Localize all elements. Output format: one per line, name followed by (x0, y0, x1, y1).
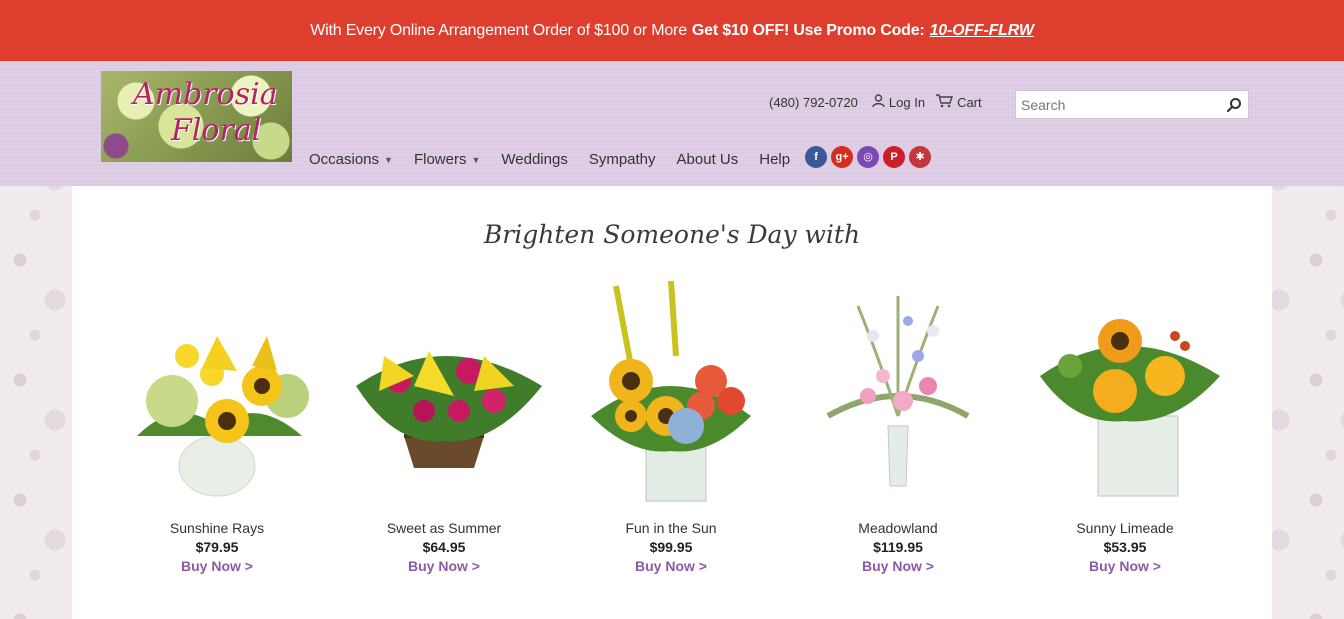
promo-banner: With Every Online Arrangement Order of $… (0, 0, 1344, 61)
cart-label: Cart (957, 95, 982, 110)
product-price: $119.95 (873, 539, 923, 555)
buy-now-link[interactable]: Buy Now > (561, 558, 781, 574)
product-name[interactable]: Fun in the Sun (561, 520, 781, 536)
facebook-icon[interactable]: f (805, 145, 828, 168)
product-name[interactable]: Sunshine Rays (107, 520, 327, 536)
product-grid: Sunshine Rays $79.95 Buy Now > Sweet as … (72, 276, 1272, 596)
product-image-sunshine-rays[interactable] (117, 276, 317, 506)
site-logo[interactable]: Ambrosia Floral (101, 71, 292, 162)
product-price: $79.95 (195, 539, 239, 555)
search-input[interactable] (1016, 91, 1220, 118)
buy-now-link[interactable]: Buy Now > (107, 558, 327, 574)
promo-offer-text: Get $10 OFF! Use Promo Code: (691, 21, 925, 39)
nav-occasions[interactable]: Occasions ▼ (309, 151, 393, 168)
product-name[interactable]: Sunny Limeade (1015, 520, 1235, 536)
product-price: $64.95 (422, 539, 466, 555)
product-image-sweet-as-summer[interactable] (344, 276, 544, 506)
site-header: Ambrosia Floral (480) 792-0720 Log In Ca… (0, 61, 1344, 186)
buy-now-link[interactable]: Buy Now > (334, 558, 554, 574)
chevron-down-icon: ▼ (471, 154, 481, 165)
product-card[interactable]: Fun in the Sun $99.95 Buy Now > (561, 276, 781, 574)
page-headline: Brighten Someone's Day with (483, 220, 861, 249)
chevron-down-icon: ▼ (384, 154, 393, 165)
logo-text-ambrosia: Ambrosia (133, 77, 278, 112)
logo-text-floral: Floral (171, 113, 262, 148)
product-image-fun-in-the-sun[interactable] (571, 276, 771, 506)
search-box (1015, 90, 1249, 119)
nav-sympathy[interactable]: Sympathy (589, 151, 656, 168)
yelp-icon[interactable]: ✱ (909, 145, 932, 168)
promo-lead-text: With Every Online Arrangement Order of $… (310, 21, 687, 39)
product-price: $53.95 (1103, 539, 1147, 555)
main-content: Brighten Someone's Day with Sunshine Ray… (72, 186, 1272, 619)
product-image-meadowland[interactable] (798, 276, 998, 506)
nav-flowers-label: Flowers (413, 151, 467, 168)
cart-icon (935, 94, 954, 111)
product-card[interactable]: Meadowland $119.95 Buy Now > (788, 276, 1008, 574)
product-price: $99.95 (649, 539, 693, 555)
pinterest-icon[interactable]: P (883, 145, 906, 168)
nav-about-us[interactable]: About Us (677, 151, 739, 168)
product-name[interactable]: Sweet as Summer (334, 520, 554, 536)
promo-code-link[interactable]: 10-OFF-FLRW (930, 22, 1034, 40)
instagram-icon[interactable]: ◎ (857, 145, 880, 168)
product-card[interactable]: Sweet as Summer $64.95 Buy Now > (334, 276, 554, 574)
nav-flowers[interactable]: Flowers ▼ (414, 151, 480, 168)
login-label: Log In (888, 95, 926, 110)
buy-now-link[interactable]: Buy Now > (788, 558, 1008, 574)
product-image-sunny-limeade[interactable] (1025, 276, 1225, 506)
nav-help[interactable]: Help (759, 151, 790, 168)
product-name[interactable]: Meadowland (788, 520, 1008, 536)
google-plus-icon[interactable]: g+ (831, 145, 854, 168)
buy-now-link[interactable]: Buy Now > (1015, 558, 1235, 574)
user-icon (872, 94, 885, 111)
utility-bar: (480) 792-0720 Log In Cart (769, 94, 992, 111)
nav-occasions-label: Occasions (309, 151, 380, 168)
phone-number[interactable]: (480) 792-0720 (769, 95, 858, 110)
product-card[interactable]: Sunny Limeade $53.95 Buy Now > (1015, 276, 1235, 574)
main-nav: Occasions ▼ Flowers ▼ Weddings Sympathy … (309, 145, 935, 168)
social-links: f g+ ◎ P ✱ (805, 145, 935, 168)
search-icon[interactable] (1220, 97, 1248, 113)
product-card[interactable]: Sunshine Rays $79.95 Buy Now > (107, 276, 327, 574)
login-link[interactable]: Log In (872, 94, 925, 111)
cart-link[interactable]: Cart (935, 94, 982, 111)
nav-weddings[interactable]: Weddings (501, 151, 567, 168)
